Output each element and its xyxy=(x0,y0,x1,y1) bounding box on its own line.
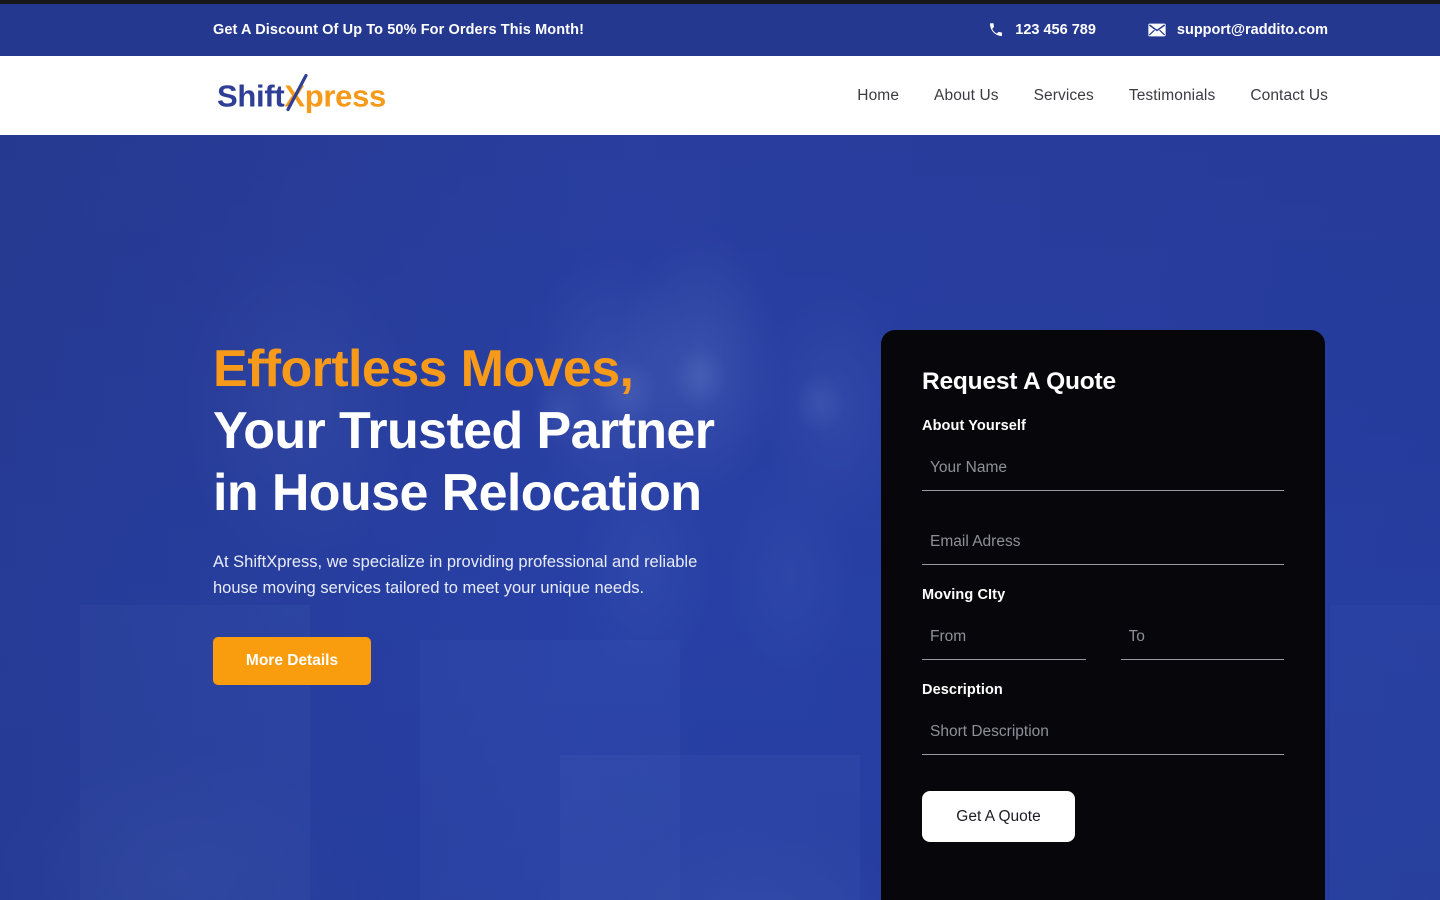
moving-city-row xyxy=(922,622,1284,660)
contact-group: 123 456 789 support@raddito.com xyxy=(988,22,1328,38)
get-a-quote-button[interactable]: Get A Quote xyxy=(922,791,1075,842)
nav-item-testimonials[interactable]: Testimonials xyxy=(1129,87,1215,105)
email-contact[interactable]: support@raddito.com xyxy=(1148,22,1328,38)
hero-title-line-3: in House Relocation xyxy=(213,463,702,522)
phone-contact[interactable]: 123 456 789 xyxy=(988,22,1096,38)
brand-logo-part2: X xyxy=(284,78,305,113)
nav-item-services[interactable]: Services xyxy=(1034,87,1094,105)
brand-logo[interactable]: ShiftX press xyxy=(217,73,387,113)
brand-logo-part3: press xyxy=(304,78,387,113)
hero-title-accent-line: Effortless Moves, xyxy=(213,340,634,398)
description-field-wrapper xyxy=(922,717,1284,755)
description-input[interactable] xyxy=(922,717,1284,755)
brand-logo-x-wrap: X xyxy=(284,73,308,113)
hero-title: Effortless Moves, Your Trusted Partner i… xyxy=(213,339,813,525)
name-field-wrapper xyxy=(922,453,1284,491)
more-details-button[interactable]: More Details xyxy=(213,637,371,686)
hero-section: Effortless Moves, Your Trusted Partner i… xyxy=(0,135,1440,900)
phone-icon xyxy=(988,22,1004,38)
announcement-bar: Get A Discount Of Up To 50% For Orders T… xyxy=(0,4,1440,56)
to-input[interactable] xyxy=(1120,622,1284,660)
landing-page: Get A Discount Of Up To 50% For Orders T… xyxy=(0,0,1440,900)
email-input[interactable] xyxy=(922,527,1284,565)
brand-logo-part1: Shift xyxy=(217,78,285,113)
from-input[interactable] xyxy=(922,622,1086,660)
to-field-wrapper xyxy=(1120,622,1284,660)
nav-item-home[interactable]: Home xyxy=(857,87,899,105)
field-spacer xyxy=(922,491,1284,508)
moving-city-label: Moving CIty xyxy=(922,587,1006,603)
hero-content: Effortless Moves, Your Trusted Partner i… xyxy=(213,339,813,686)
description-label: Description xyxy=(922,682,1003,698)
quote-card-title: Request A Quote xyxy=(922,368,1116,395)
nav-item-about-us[interactable]: About Us xyxy=(934,87,999,105)
hero-subtitle: At ShiftXpress, we specialize in providi… xyxy=(213,552,698,598)
phone-number: 123 456 789 xyxy=(1015,22,1096,38)
name-input[interactable] xyxy=(922,453,1284,491)
navigation-bar: ShiftX press Home About Us Services Testi… xyxy=(0,56,1440,135)
announcement-text: Get A Discount Of Up To 50% For Orders T… xyxy=(213,22,584,38)
mail-icon xyxy=(1148,23,1166,37)
hero-title-line-2: Your Trusted Partner xyxy=(213,401,715,460)
email-address: support@raddito.com xyxy=(1176,22,1328,38)
nav-item-contact-us[interactable]: Contact Us xyxy=(1250,87,1328,105)
request-quote-card: Request A Quote About Yourself Moving CI… xyxy=(881,330,1325,900)
nav-links: Home About Us Services Testimonials Cont… xyxy=(857,87,1328,105)
from-field-wrapper xyxy=(922,622,1086,660)
email-field-wrapper xyxy=(922,527,1284,565)
about-yourself-label: About Yourself xyxy=(922,418,1026,434)
